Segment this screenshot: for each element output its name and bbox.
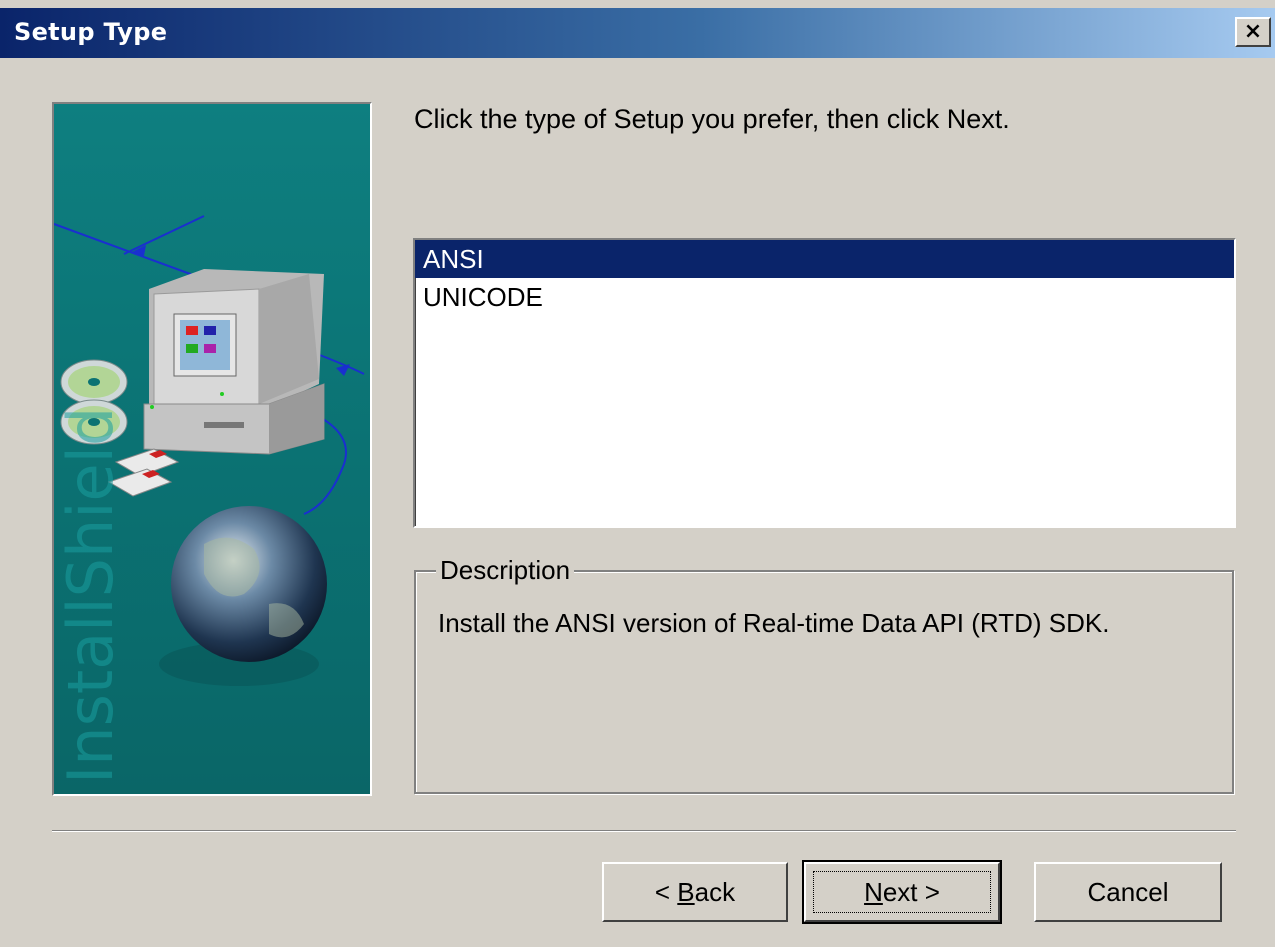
list-item-ansi[interactable]: ANSI (415, 240, 1234, 278)
setup-type-listbox[interactable]: ANSI UNICODE (413, 238, 1236, 528)
focus-rect (813, 871, 991, 913)
computer-icon (143, 269, 325, 455)
instruction-text: Click the type of Setup you prefer, then… (414, 104, 1010, 134)
installshield-hero-image: InstallShield (52, 102, 372, 796)
description-text: Install the ANSI version of Real-time Da… (438, 608, 1110, 638)
setup-type-dialog: Setup Type × InstallShield Click the typ… (0, 0, 1275, 947)
title-bar[interactable]: Setup Type × (0, 8, 1275, 58)
back-button[interactable]: < Back (602, 862, 788, 922)
globe-icon (159, 506, 327, 686)
separator-line (52, 830, 1236, 832)
next-button[interactable]: Next > (802, 860, 1002, 924)
description-label: Description (436, 555, 575, 586)
window-title: Setup Type (14, 18, 168, 46)
close-button[interactable]: × (1235, 17, 1271, 47)
description-groupbox: Description Install the ANSI version of … (414, 555, 1234, 794)
back-button-label: < Back (654, 876, 736, 907)
list-item-unicode[interactable]: UNICODE (415, 278, 1234, 316)
cancel-button[interactable]: Cancel (1034, 862, 1222, 922)
installshield-watermark: InstallShield (54, 407, 127, 784)
cancel-button-label: Cancel (1087, 876, 1169, 907)
close-icon: × (1243, 19, 1263, 44)
hero-illustration: InstallShield (54, 215, 365, 784)
